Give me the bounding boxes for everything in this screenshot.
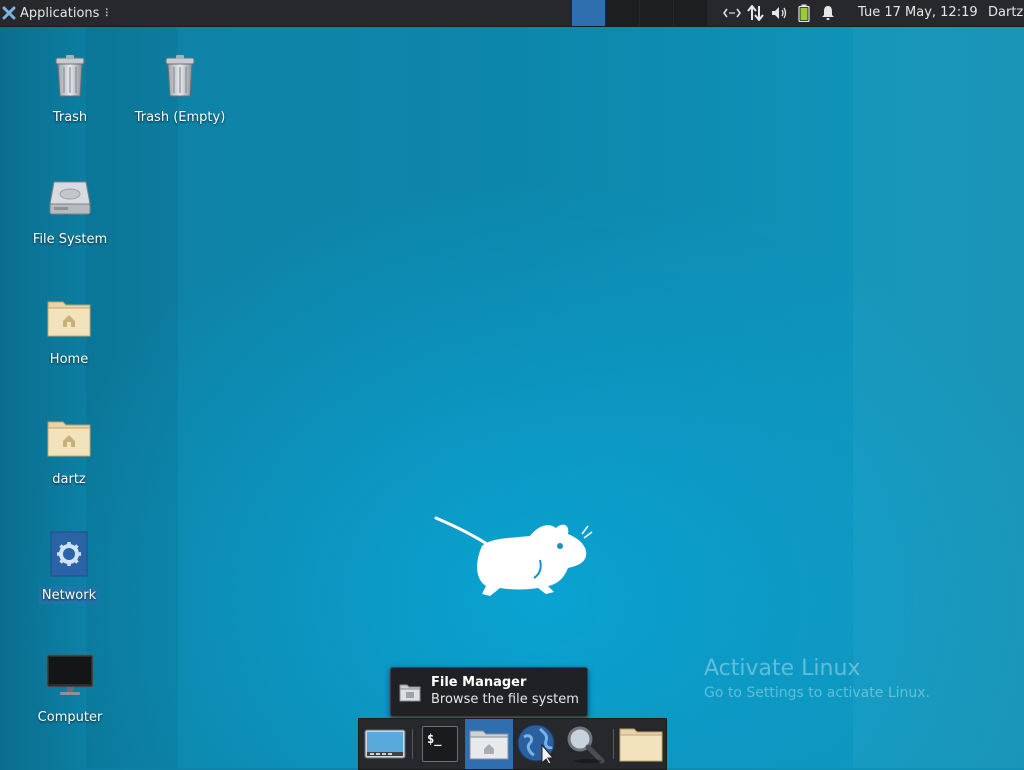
top-panel: Applications ⠇ Tue 17 May, 12:19 Dartz xyxy=(0,0,1024,27)
notification-bell-icon[interactable] xyxy=(816,0,840,26)
web-browser-button[interactable] xyxy=(513,719,561,769)
system-tray xyxy=(720,0,840,26)
watermark-title: Activate Linux xyxy=(704,656,861,681)
workspace-1[interactable] xyxy=(572,0,605,26)
desktop-icon-label: dartz xyxy=(52,472,86,487)
watermark-subtitle: Go to Settings to activate Linux. xyxy=(704,685,930,701)
desktop-icon-trash[interactable]: Trash xyxy=(15,52,125,126)
applications-label: Applications xyxy=(20,5,100,21)
show-desktop-icon xyxy=(364,729,406,759)
workspace-3[interactable] xyxy=(640,0,673,26)
desktop-icon-computer[interactable]: Computer xyxy=(15,652,125,726)
show-desktop-button[interactable] xyxy=(361,719,409,769)
search-icon xyxy=(567,726,605,764)
desktop-icon-home[interactable]: Home xyxy=(14,294,124,368)
terminal-prompt: $_ xyxy=(427,732,442,746)
desktop-icon-file-system[interactable]: File System xyxy=(15,174,125,248)
applications-menu[interactable]: Applications ⠇ xyxy=(2,0,112,26)
activate-linux-watermark: Activate Linux Go to Settings to activat… xyxy=(704,656,930,701)
monitor-icon xyxy=(46,652,94,700)
desktop-icon-label: Network xyxy=(38,587,100,604)
home-folder-icon xyxy=(45,294,93,342)
desktop-icon-label: Trash (Empty) xyxy=(134,110,226,125)
dock-panel: $_ xyxy=(358,718,667,770)
network-transfer-icon[interactable] xyxy=(744,0,768,26)
dock-separator xyxy=(613,729,614,759)
desktop-icon-label: Computer xyxy=(37,710,103,725)
folder-icon xyxy=(619,728,663,762)
volume-icon[interactable] xyxy=(768,0,792,26)
file-manager-icon xyxy=(469,730,509,760)
trash-icon xyxy=(46,52,94,100)
xfce-mouse-logo xyxy=(430,512,595,602)
web-browser-icon xyxy=(517,724,555,765)
desktop-icon-label: Home xyxy=(49,352,89,367)
drive-icon xyxy=(46,174,94,222)
terminal-icon: $_ xyxy=(422,726,458,762)
workspace-4[interactable] xyxy=(674,0,707,26)
folder-button[interactable] xyxy=(617,719,665,769)
home-folder-icon xyxy=(45,414,93,462)
applications-handle: ⠇ xyxy=(104,6,113,20)
network-gear-icon xyxy=(45,530,93,578)
dock-separator xyxy=(412,729,413,759)
desktop-icon-label: File System xyxy=(32,232,108,247)
tooltip-subtitle: Browse the file system xyxy=(431,692,579,707)
desktop-icon-label: Trash xyxy=(52,110,88,125)
network-switch-icon[interactable] xyxy=(720,0,744,26)
file-manager-button[interactable] xyxy=(465,719,513,769)
tooltip-title: File Manager xyxy=(431,675,527,690)
xfce-logo-icon xyxy=(2,6,16,20)
terminal-button[interactable]: $_ xyxy=(416,719,464,769)
desktop-icon-network[interactable]: Network xyxy=(14,530,124,604)
desktop-icon-dartz[interactable]: dartz xyxy=(14,414,124,488)
search-button[interactable] xyxy=(561,719,609,769)
trash-icon xyxy=(156,52,204,100)
file-manager-tooltip: File Manager Browse the file system xyxy=(390,667,588,717)
desktop-icon-trash-empty[interactable]: Trash (Empty) xyxy=(125,52,235,126)
battery-icon[interactable] xyxy=(792,0,816,26)
workspace-2[interactable] xyxy=(606,0,639,26)
user-menu[interactable]: Dartz xyxy=(988,0,1023,26)
file-manager-icon xyxy=(399,682,421,702)
clock[interactable]: Tue 17 May, 12:19 xyxy=(858,0,978,26)
